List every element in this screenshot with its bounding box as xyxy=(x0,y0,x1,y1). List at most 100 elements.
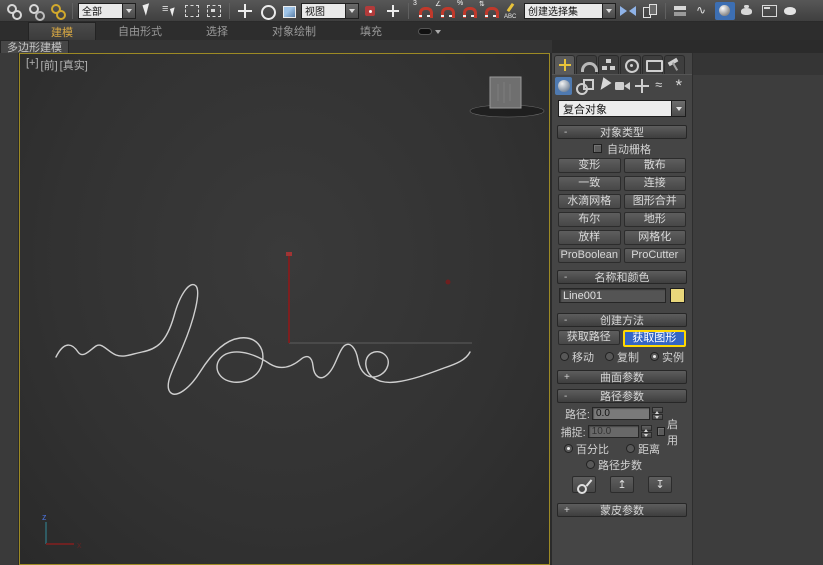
rollout-object-type-header[interactable]: - 对象类型 xyxy=(557,125,687,139)
hierarchy-tab-icon[interactable] xyxy=(598,55,619,74)
previous-shape-icon[interactable]: ↥ xyxy=(610,476,634,493)
select-by-name-icon[interactable] xyxy=(160,2,180,20)
connect-button[interactable]: 连接 xyxy=(623,176,686,191)
chevron-down-icon xyxy=(435,29,441,37)
autogrid-checkbox[interactable] xyxy=(593,144,602,153)
manage-layers-icon[interactable] xyxy=(671,2,691,20)
procutter-button[interactable]: ProCutter xyxy=(623,248,686,263)
box-object[interactable] xyxy=(489,76,522,109)
display-tab-icon[interactable] xyxy=(642,55,663,74)
shapes-category-icon[interactable] xyxy=(574,77,595,95)
category-dropdown[interactable]: 复合对象 xyxy=(558,100,686,117)
rollout-name-color-header[interactable]: - 名称和颜色 xyxy=(557,270,687,284)
snap-value-field[interactable]: 10.0 xyxy=(587,425,639,438)
love-spline[interactable] xyxy=(55,283,471,395)
select-and-scale-icon[interactable] xyxy=(279,2,299,20)
mesher-button[interactable]: 网格化 xyxy=(623,230,686,245)
viewport-shading-menu[interactable]: [真实] xyxy=(60,57,88,73)
3dsmax-window: 全部 视图 3∠%⇅ 创建选择集 建模 自由形式 选择 对象绘制 填充 多边形建模 [… xyxy=(0,0,823,565)
ribbon-tab-freeform[interactable]: 自由形式 xyxy=(96,22,184,40)
select-and-move-icon[interactable] xyxy=(235,2,255,20)
render-production-icon[interactable] xyxy=(781,2,801,20)
copy-radio[interactable] xyxy=(605,352,614,361)
select-and-rotate-icon[interactable] xyxy=(257,2,277,20)
distance-radio[interactable] xyxy=(626,444,635,453)
path-steps-radio[interactable] xyxy=(586,460,595,469)
select-object-icon[interactable] xyxy=(138,2,158,20)
motion-tab-icon[interactable] xyxy=(620,55,641,74)
rollout-path-params-header[interactable]: - 路径参数 xyxy=(557,389,687,403)
pick-shape-icon[interactable] xyxy=(572,476,596,494)
viewport-general-menu[interactable]: [+] xyxy=(26,57,39,73)
utilities-tab-icon[interactable] xyxy=(664,55,685,74)
unlink-selection-icon[interactable] xyxy=(25,2,45,21)
proboolean-button[interactable]: ProBoolean xyxy=(558,248,621,263)
viewport-pov-menu[interactable]: [前] xyxy=(41,57,58,73)
loft-button[interactable]: 放样 xyxy=(558,230,621,245)
lights-category-icon[interactable] xyxy=(594,77,611,95)
shapemerge-button[interactable]: 图形合并 xyxy=(623,194,686,209)
rollout-creation-method-header[interactable]: - 创建方法 xyxy=(557,313,687,327)
select-and-manipulate-icon[interactable] xyxy=(383,2,403,20)
select-and-link-icon[interactable] xyxy=(3,2,23,20)
next-shape-icon[interactable]: ↧ xyxy=(648,476,672,493)
morph-button[interactable]: 变形 xyxy=(558,158,621,173)
chevron-down-icon xyxy=(671,101,685,116)
viewport-front[interactable]: [+] [前] [真实] z x xyxy=(19,53,550,565)
systems-category-icon[interactable] xyxy=(672,76,689,96)
render-setup-icon[interactable] xyxy=(737,2,757,20)
polygon-modeling-panel-tab[interactable]: 多边形建模 xyxy=(0,40,69,54)
axis-x-label: x xyxy=(77,540,82,550)
boolean-button[interactable]: 布尔 xyxy=(558,212,621,227)
create-tab-icon[interactable] xyxy=(554,55,575,74)
ribbon-minimize-button[interactable] xyxy=(418,22,441,40)
get-path-button[interactable]: 获取路径 xyxy=(558,330,620,345)
get-shape-button[interactable]: 获取图形 xyxy=(622,330,686,347)
move-radio[interactable] xyxy=(560,352,569,361)
category-dropdown-value: 复合对象 xyxy=(563,103,607,116)
geometry-category-icon[interactable] xyxy=(555,76,573,95)
graph-editors-icon[interactable] xyxy=(693,2,713,20)
object-name-field[interactable]: Line001 xyxy=(559,288,666,303)
snap-spinner[interactable] xyxy=(640,425,652,438)
percent-snap-toggle-icon[interactable]: % xyxy=(457,0,478,20)
rollout-skin-params-header[interactable]: + 蒙皮参数 xyxy=(557,503,687,517)
rendered-frame-window-icon[interactable] xyxy=(759,2,779,20)
mirror-icon[interactable] xyxy=(618,2,638,20)
toolbar-separator xyxy=(229,2,230,19)
object-color-swatch[interactable] xyxy=(670,288,685,303)
path-spinner[interactable] xyxy=(652,407,663,420)
scatter-button[interactable]: 散布 xyxy=(623,158,686,173)
conform-button[interactable]: 一致 xyxy=(558,176,621,191)
terrain-button[interactable]: 地形 xyxy=(623,212,686,227)
rect-selection-region-icon[interactable] xyxy=(182,2,202,20)
angle-snap-toggle-icon[interactable]: ∠ xyxy=(435,1,456,20)
path-value-field[interactable]: 0.0 xyxy=(592,407,650,420)
bind-to-space-warp-icon[interactable] xyxy=(47,2,67,20)
rollout-surface-params-header[interactable]: + 曲面参数 xyxy=(557,370,687,384)
align-icon[interactable] xyxy=(640,2,660,20)
selection-filter-dropdown[interactable]: 全部 xyxy=(78,2,136,19)
use-pivot-point-center-icon[interactable] xyxy=(361,2,381,20)
ribbon-tab-modeling[interactable]: 建模 xyxy=(28,22,96,40)
material-editor-icon[interactable] xyxy=(715,1,735,20)
ribbon-tab-selection[interactable]: 选择 xyxy=(184,22,250,40)
ribbon-tab-populate[interactable]: 填充 xyxy=(338,22,404,40)
cameras-category-icon[interactable] xyxy=(613,77,631,95)
named-selection-sets-dropdown[interactable]: 创建选择集 xyxy=(524,2,616,19)
percentage-radio[interactable] xyxy=(564,444,573,453)
ribbon-tab-object-paint[interactable]: 对象绘制 xyxy=(250,22,338,40)
helpers-category-icon[interactable] xyxy=(633,77,650,95)
reference-coordinate-dropdown[interactable]: 视图 xyxy=(301,2,359,19)
blobmesh-button[interactable]: 水滴网格 xyxy=(558,194,621,209)
instance-radio[interactable] xyxy=(650,352,659,361)
space-warps-category-icon[interactable] xyxy=(652,77,669,95)
edit-named-selection-sets-icon[interactable] xyxy=(502,2,522,20)
window-crossing-icon[interactable] xyxy=(204,2,224,20)
empty-panel-area xyxy=(692,53,823,565)
command-panel: 复合对象 - 对象类型 自动栅格 变 xyxy=(551,53,692,565)
snap-enable-checkbox[interactable] xyxy=(656,427,665,436)
snap-toggle-3d-icon[interactable]: 3 xyxy=(413,0,434,20)
modify-tab-icon[interactable] xyxy=(576,55,598,74)
spinner-snap-toggle-icon[interactable]: ⇅ xyxy=(479,1,500,20)
